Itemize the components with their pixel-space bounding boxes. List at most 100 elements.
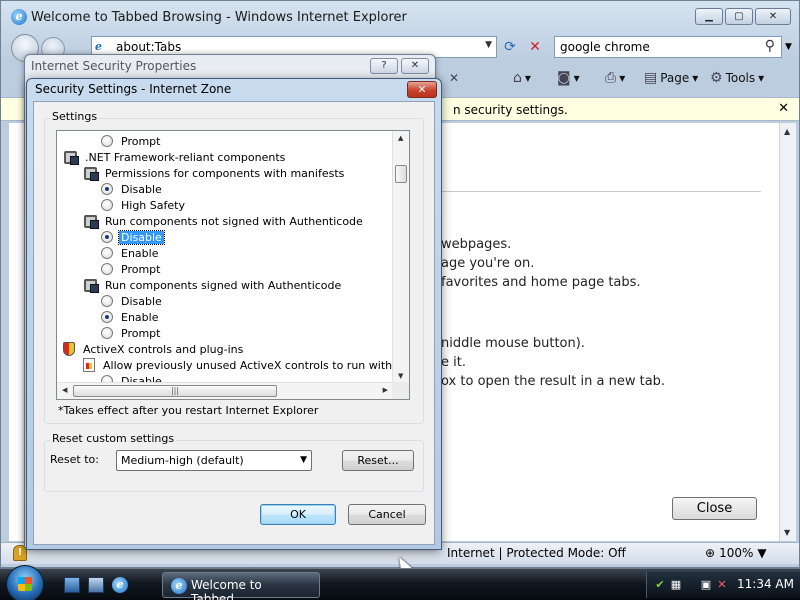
page-icon: e <box>95 40 102 53</box>
ie-logo-icon: e <box>171 578 187 594</box>
setting-label: Prompt <box>121 134 161 148</box>
setting-label: .NET Framework-reliant components <box>85 150 286 164</box>
dialog-controls: ? ✕ <box>370 58 429 74</box>
component-gear-icon <box>83 278 99 293</box>
scroll-up-icon[interactable]: ▲ <box>784 127 790 136</box>
radio-button[interactable] <box>101 311 113 323</box>
search-text: google chrome <box>560 40 650 54</box>
infobar-close-icon[interactable]: ✕ <box>778 101 789 116</box>
scroll-up-icon[interactable]: ▲ <box>398 134 403 142</box>
radio-button[interactable] <box>101 295 113 307</box>
page-menu[interactable]: ▤ Page ▾ <box>644 70 698 86</box>
scroll-right-icon[interactable]: ▶ <box>383 386 388 394</box>
radio-button[interactable] <box>101 247 113 259</box>
refresh-icon[interactable]: ⟳ <box>501 38 519 56</box>
setting-label: Disable <box>121 294 162 308</box>
radio-button[interactable] <box>101 263 113 275</box>
start-button[interactable] <box>6 565 44 600</box>
scroll-left-icon[interactable]: ◀ <box>62 386 67 394</box>
setting-label: Disable <box>121 182 162 196</box>
page-scrollbar[interactable]: ▲ ▼ <box>779 123 796 541</box>
clock[interactable]: 11:34 AM <box>737 577 794 591</box>
tree-vertical-scrollbar[interactable]: ▲ ▼ <box>392 131 409 383</box>
volume-muted-icon[interactable]: ✕ <box>715 578 729 592</box>
scroll-down-icon[interactable]: ▼ <box>398 372 403 380</box>
setting-option[interactable]: Enable <box>101 309 160 325</box>
reset-group-label: Reset custom settings <box>50 432 177 445</box>
reset-level-select[interactable]: Medium-high (default) ▼ <box>116 450 312 471</box>
help-button[interactable]: ? <box>370 58 398 74</box>
setting-option[interactable]: High Safety <box>101 197 187 213</box>
show-desktop-icon[interactable] <box>64 577 80 593</box>
setting-option[interactable]: Disable <box>101 293 164 309</box>
search-box[interactable]: google chrome ⚲ <box>554 36 782 58</box>
setting-option[interactable]: Prompt <box>101 133 162 149</box>
content-line: ox to open the result in a new tab. <box>441 374 666 389</box>
radio-button[interactable] <box>101 183 113 195</box>
system-tray: ✔ ▦ ▣ ✕ 11:34 AM <box>646 572 800 598</box>
setting-option[interactable]: Prompt <box>101 325 162 341</box>
radio-button[interactable] <box>101 199 113 211</box>
security-center-icon[interactable]: ✔ <box>653 578 667 592</box>
switch-windows-icon[interactable] <box>88 577 104 593</box>
stop-icon[interactable]: ✕ <box>526 38 544 56</box>
setting-label: Disable <box>118 229 165 245</box>
setting-label: High Safety <box>121 198 185 212</box>
radio-button[interactable] <box>101 231 113 243</box>
network-status-icon[interactable]: ▣ <box>699 578 713 592</box>
window-title: Welcome to Tabbed Browsing - Windows Int… <box>31 10 407 25</box>
feeds-button[interactable]: ◙ ▾ <box>557 70 580 86</box>
content-line: age you're on. <box>441 256 535 271</box>
close-window-button[interactable]: ✕ <box>755 8 791 25</box>
scroll-thumb[interactable] <box>395 165 407 183</box>
ie-quicklaunch-icon[interactable]: e <box>112 577 128 593</box>
setting-label: Allow previously unused ActiveX controls… <box>103 358 393 372</box>
setting-option[interactable]: Disable <box>101 181 164 197</box>
setting-label: Prompt <box>121 262 161 276</box>
radio-button[interactable] <box>101 327 113 339</box>
minimize-button[interactable]: ▁ <box>695 8 723 25</box>
search-dropdown-icon[interactable]: ▼ <box>785 42 792 52</box>
setting-label: Enable <box>121 310 159 324</box>
dialog-close-button[interactable]: ✕ <box>407 81 437 98</box>
close-page-button[interactable]: Close <box>672 497 757 520</box>
component-gear-icon <box>63 150 79 165</box>
rss-icon: ◙ <box>557 70 571 86</box>
setting-option[interactable]: Prompt <box>101 261 162 277</box>
tree-horizontal-scrollbar[interactable]: ◀ ||| ▶ <box>57 382 393 399</box>
tools-menu[interactable]: ⚙ Tools ▾ <box>710 70 764 86</box>
setting-option[interactable]: Enable <box>101 245 160 261</box>
zoom-control[interactable]: ⊕ 100% ▼ <box>705 546 767 560</box>
ok-button[interactable]: OK <box>260 504 336 525</box>
setting-category: .NET Framework-reliant components <box>63 149 287 165</box>
reset-button[interactable]: Reset... <box>342 450 414 471</box>
content-line: webpages. <box>441 237 512 252</box>
cancel-button[interactable]: Cancel <box>348 504 426 525</box>
content-line: niddle mouse button). <box>441 336 585 351</box>
network-icon[interactable]: ▦ <box>669 578 683 592</box>
component-gear-icon <box>83 166 99 181</box>
tab-close-icon[interactable]: ✕ <box>449 71 459 85</box>
radio-button[interactable] <box>101 135 113 147</box>
home-button[interactable]: ⌂ ▾ <box>513 70 531 86</box>
reset-to-label: Reset to: <box>50 453 99 466</box>
maximize-button[interactable]: ▢ <box>725 8 753 25</box>
settings-tree[interactable]: Prompt .NET Framework-reliant components P… <box>56 130 410 400</box>
address-text: about:Tabs <box>116 40 182 54</box>
setting-category: Run components not signed with Authentic… <box>83 213 365 229</box>
taskbar-window-button[interactable]: e Welcome to Tabbed... <box>162 572 320 600</box>
address-dropdown-icon[interactable]: ▼ <box>485 40 492 50</box>
close-button[interactable]: ✕ <box>401 58 429 74</box>
home-icon: ⌂ <box>513 70 522 86</box>
security-zone-status[interactable]: Internet | Protected Mode: Off <box>447 546 626 560</box>
setting-option[interactable]: Disable <box>101 229 165 245</box>
zoom-dropdown-icon: ▼ <box>757 546 767 560</box>
scroll-down-icon[interactable]: ▼ <box>784 528 790 537</box>
search-icon[interactable]: ⚲ <box>765 38 775 54</box>
taskbar-window-label: Welcome to Tabbed... <box>191 578 262 600</box>
print-button[interactable]: ⎙ ▾ <box>605 70 625 86</box>
scroll-thumb[interactable]: ||| <box>73 385 277 397</box>
print-icon: ⎙ <box>605 70 617 86</box>
dialog-title: Internet Security Properties <box>31 59 197 73</box>
setting-label: ActiveX controls and plug-ins <box>83 342 244 356</box>
